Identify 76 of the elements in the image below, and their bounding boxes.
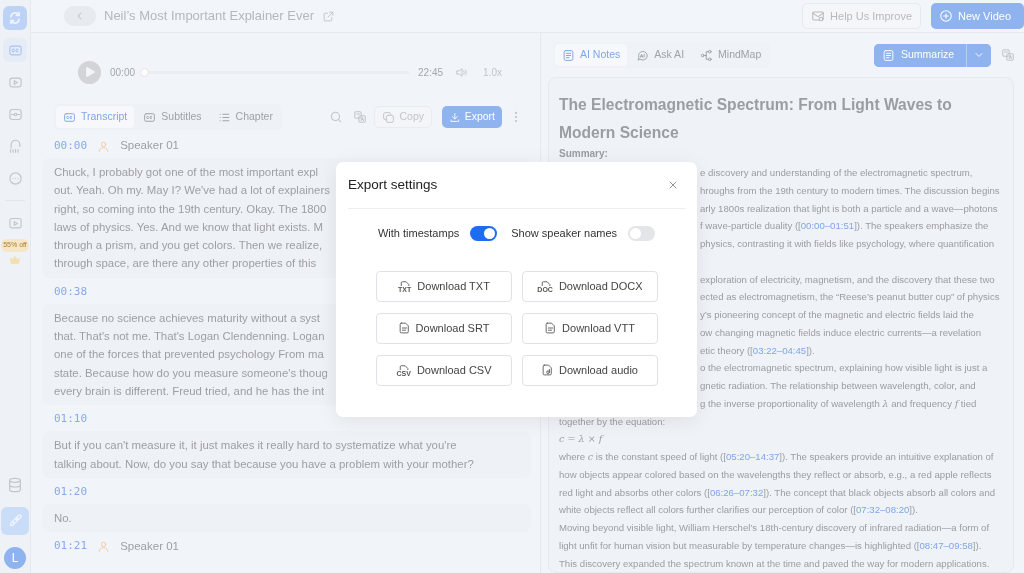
timestamp-link[interactable]: 07:32–08:20 — [856, 504, 910, 516]
captions-icon — [143, 110, 157, 124]
notes-text: together by the equation: c = λ × f where c is the constant speed of light ([05:20–14:37]). The speakers provide an intuitive explanation of how objects appear colored based on the wavelengths they reflect or absorb, e.g., a red apple reflects red light and absorbs other colors ([06:26–07:32]). The concept that black objects absorb all colors and white objects reflect all colors further clarifies our perception of color ([07:32–08:20]). Moving beyond visible light, William Herschel’s 18th-century discovery of infrared radiation—a form of light unfit for human vision but measurable by temperature changes—is highlighted ([08:47–09:58]). This discovery expanded the spectrum known at the time and paved the way for modern applications. — [559, 414, 997, 571]
person-icon — [97, 139, 111, 153]
timestamp-link[interactable]: 08:47–09:58 — [919, 539, 973, 551]
timestamp[interactable]: 01:10 — [54, 411, 88, 428]
tab[interactable]: Transcript — [56, 106, 135, 128]
export-button[interactable]: Export — [442, 106, 502, 128]
captions-icon — [7, 42, 23, 58]
document-icon — [397, 321, 411, 335]
sidebar-item[interactable] — [3, 38, 27, 62]
database-icon — [7, 477, 23, 493]
chat-icon — [7, 170, 23, 186]
download-button[interactable]: Download VTT — [521, 312, 658, 344]
audio-file-icon — [541, 363, 555, 377]
translate-icon — [353, 110, 368, 124]
external-link-icon — [322, 9, 335, 23]
mindmap-icon — [700, 48, 714, 62]
play-button[interactable] — [78, 60, 101, 84]
notes-icon — [882, 48, 895, 62]
tab[interactable]: Ask AI — [629, 44, 692, 66]
timestamp[interactable]: 00:38 — [54, 283, 88, 301]
copy-icon — [382, 110, 396, 124]
search-icon — [329, 110, 344, 124]
person-icon — [97, 539, 111, 553]
feedback-button[interactable]: Help Us Improve — [802, 3, 921, 29]
sync-icon — [7, 10, 23, 26]
captions-icon — [63, 110, 76, 124]
media-file-icon — [7, 138, 23, 154]
screen-record-icon — [7, 215, 23, 231]
play-icon — [86, 67, 95, 77]
new-video-button[interactable]: New Video — [931, 3, 1024, 29]
tab[interactable]: AI Notes — [555, 44, 628, 66]
download-button[interactable]: Download audio — [521, 354, 658, 386]
sidebar-item[interactable] — [1, 507, 29, 535]
podcast-icon — [7, 106, 23, 122]
close-button[interactable] — [667, 179, 679, 191]
section-heading: Summary: — [559, 147, 609, 160]
timestamp[interactable]: 01:21 — [54, 537, 88, 555]
ai-chat-icon — [636, 48, 650, 62]
plus-icon — [939, 9, 953, 23]
video-icon — [7, 74, 23, 90]
notes-title: The Electromagnetic Spectrum: From Light Waves to Modern Science — [559, 95, 953, 143]
document-icon — [544, 321, 558, 335]
tab[interactable]: Chapter — [210, 106, 280, 128]
notes-icon — [562, 48, 575, 62]
tab[interactable]: Subtitles — [136, 106, 209, 128]
timestamp-link[interactable]: 00:00–01:51 — [800, 220, 855, 232]
timestamp-link[interactable]: 06:26–07:32 — [709, 486, 764, 498]
timestamp[interactable]: 00:00 — [54, 137, 88, 155]
tab[interactable]: MindMap — [693, 44, 769, 66]
timestamp[interactable]: 01:20 — [54, 483, 88, 501]
notes-text: e discovery and understanding of the electromagnetic spectrum, hroughs from the 19th century to modern times. The discussion begins arly 1800s realization that light is both a particle and a wave—photons f wave-particle duality ([00:00–01:51]). The speakers emphasize the physics, contrasting it with fields like psychology, where quantification — [700, 166, 1001, 251]
video-title: Neil’s Most Important Explainer Ever — [104, 7, 314, 26]
toggle-switch[interactable] — [628, 225, 656, 241]
app-logo[interactable] — [3, 6, 27, 30]
duration: 22:45 — [418, 65, 444, 80]
translate-icon — [1001, 48, 1015, 62]
user-avatar[interactable]: L — [4, 547, 26, 569]
close-icon — [667, 179, 679, 191]
download-icon — [449, 110, 461, 124]
current-time: 00:00 — [110, 65, 136, 80]
dialog-title: Export settings — [348, 176, 438, 194]
timestamp-link[interactable]: 03:22–04:45 — [752, 344, 807, 356]
toggle-switch[interactable] — [470, 225, 498, 241]
dropdown-button[interactable] — [966, 43, 991, 67]
crown-icon — [8, 253, 22, 266]
speaker-name: Speaker 01 — [120, 538, 179, 554]
volume-icon — [455, 65, 469, 79]
timestamp-link[interactable]: 05:20–14:37 — [725, 451, 780, 462]
speaker-name: Speaker 01 — [120, 138, 179, 154]
option-label: With timestamps — [377, 226, 460, 241]
notes-text: exploration of electricity, magnetism, and the discovery that these two ected as electromagnetism, the “Reese’s peanut butter cup” of physics y’s pioneering concept of the magnetic and electric fields laid the ow changing magnetic fields induce electric currents—a revelation etic theory ([03:22–04:45]). o the electromagnetic spectrum, explaining how visible light is just a gnetic radiation. The relationship between wavelength, color, and g the inverse proportionality of wavelength λ and frequency f tied — [700, 272, 1001, 411]
download-button[interactable]: Download SRT — [375, 312, 512, 344]
back-button[interactable] — [64, 6, 96, 26]
mail-icon — [811, 9, 826, 23]
